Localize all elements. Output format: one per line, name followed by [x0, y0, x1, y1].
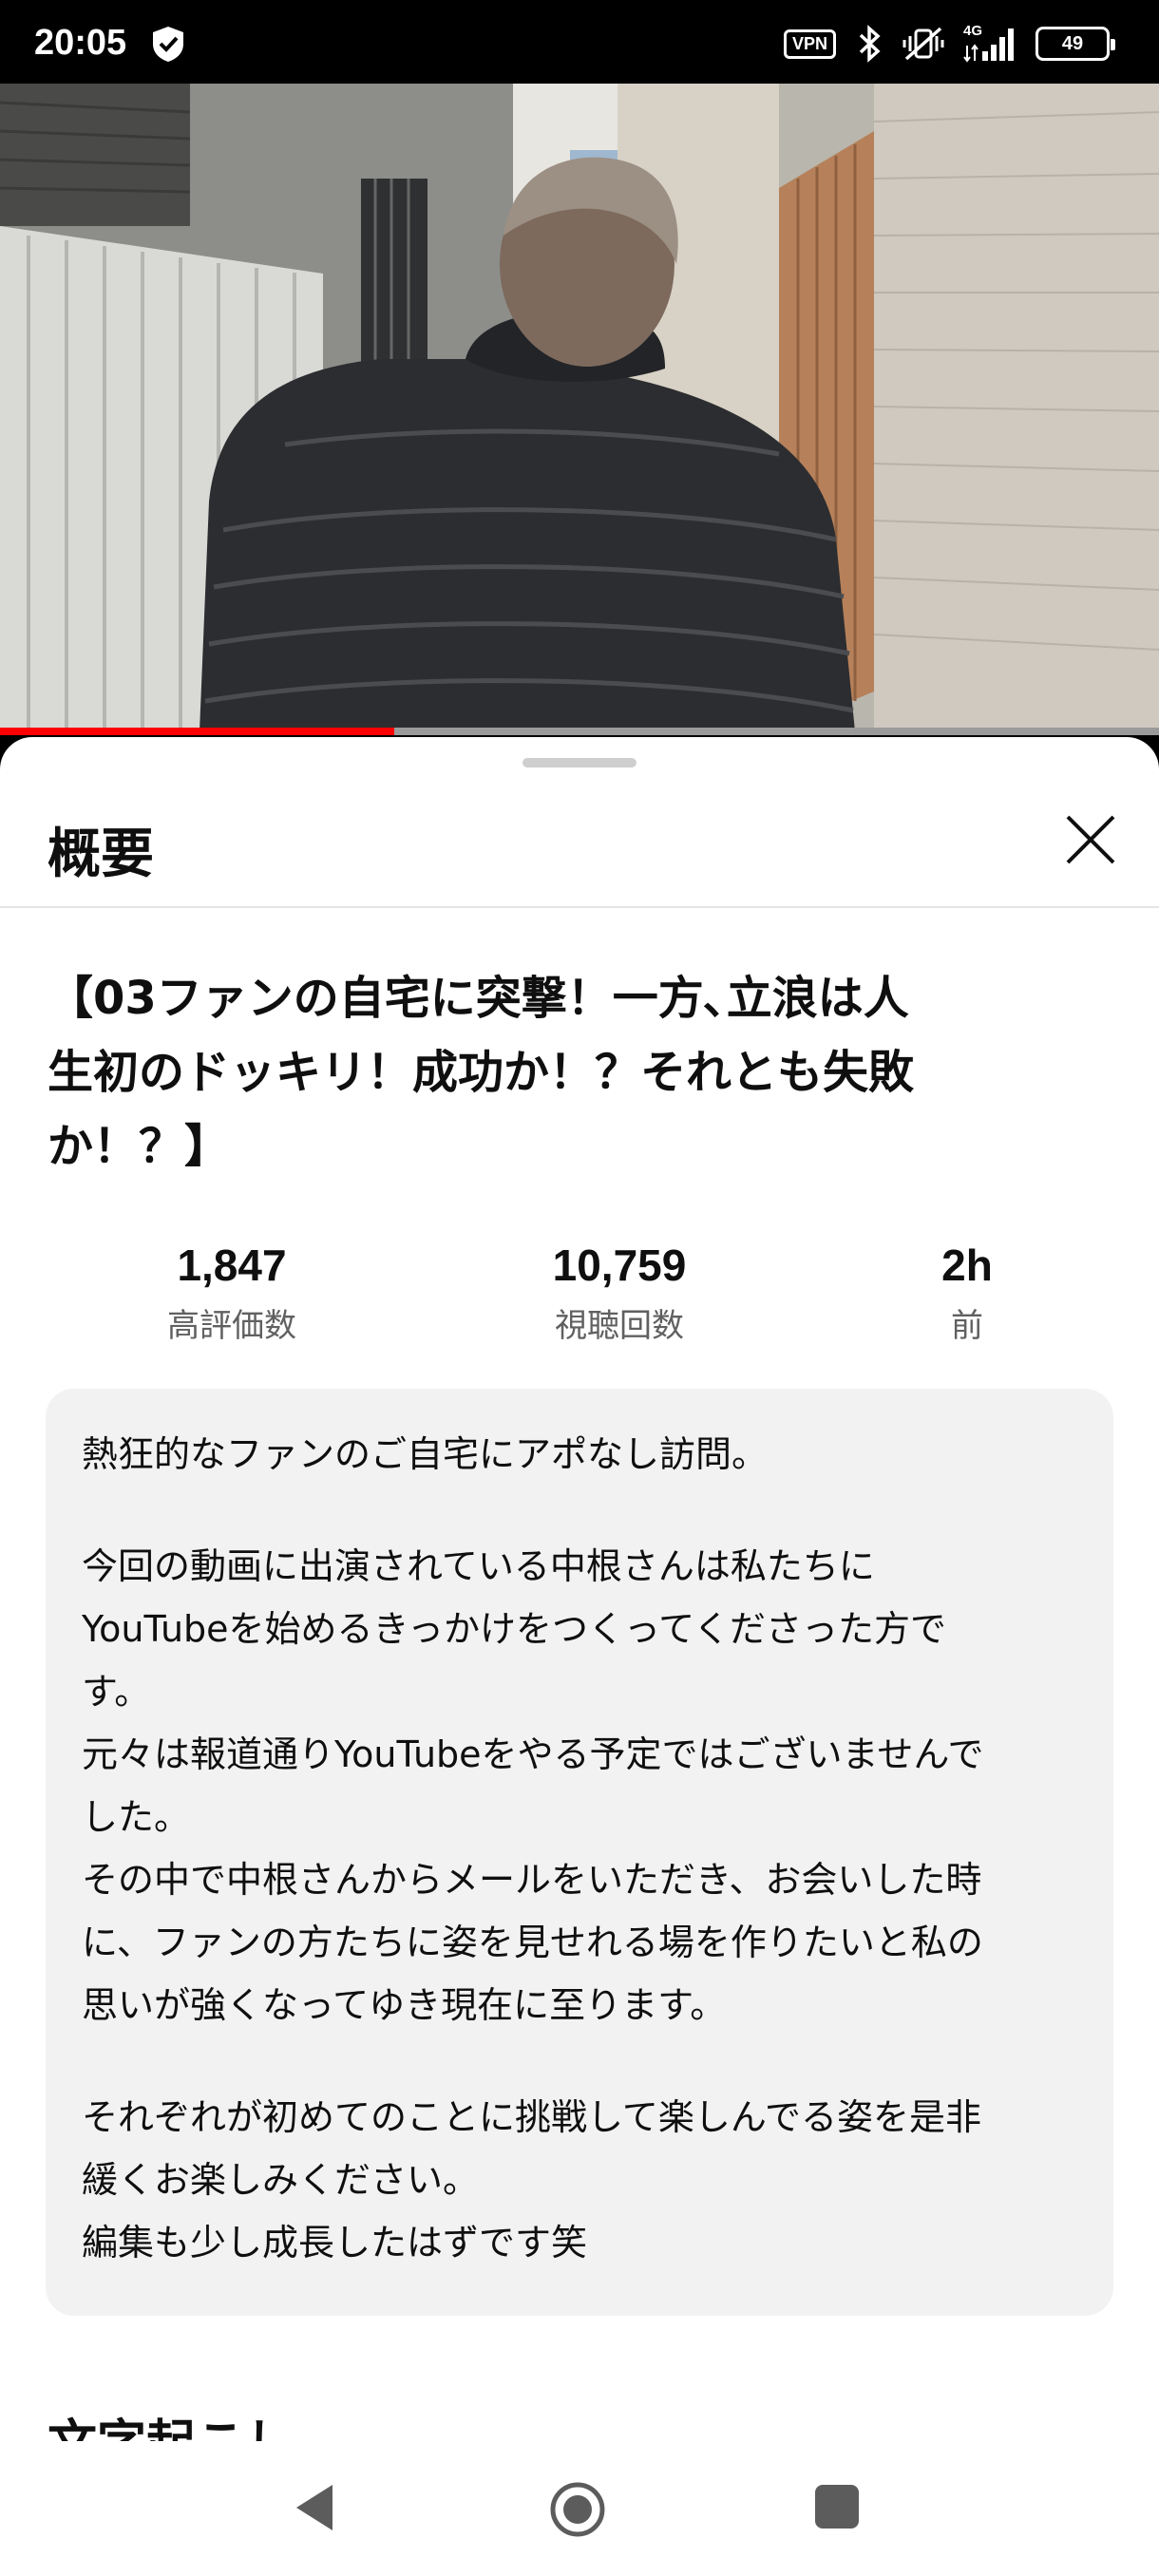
description-line: した。 [82, 1796, 191, 1838]
description-line: それぞれが初めてのことに挑戦して楽しんでる姿を是非 [82, 2096, 981, 2138]
bluetooth-icon [859, 25, 881, 63]
description-paragraph-gap [82, 1486, 1077, 1535]
video-frame [0, 84, 1159, 731]
video-title-line: か！？】 [48, 1120, 231, 1173]
system-nav-bar [0, 2441, 1159, 2576]
close-icon[interactable] [1062, 811, 1119, 868]
status-bar: 20:05 VPN 4G 49 [0, 0, 1159, 84]
video-title: 【03ファンの自宅に突撃！一方､立浪は人 生初のドッキリ！成功か！？それとも失敗… [48, 961, 1083, 1184]
drag-handle[interactable] [522, 758, 636, 767]
status-time: 20:05 [34, 23, 127, 63]
likes-count: 1,847 [177, 1241, 287, 1290]
description-paragraph-gap [82, 2036, 1077, 2086]
upload-time-stat: 2h 前 [825, 1239, 1110, 1346]
views-count: 10,759 [552, 1241, 687, 1290]
description-box[interactable]: 熱狂的なファンのご自宅にアポなし訪問。今回の動画に出演されている中根さんは私たち… [46, 1389, 1113, 2316]
likes-label: 高評価数 [167, 1307, 296, 1345]
video-title-line: 【03ファンの自宅に突撃！一方､立浪は人 [48, 972, 909, 1025]
views-label: 視聴回数 [555, 1307, 684, 1345]
home-icon[interactable] [549, 2481, 606, 2538]
vibrate-off-icon [902, 27, 944, 61]
video-stats: 1,847 高評価数 10,759 視聴回数 2h 前 [0, 1239, 1159, 1353]
likes-stat: 1,847 高評価数 [89, 1239, 374, 1346]
description-line: YouTubeを始めるきっかけをつくってくださった方で [82, 1608, 946, 1650]
upload-time-value: 2h [941, 1241, 993, 1290]
description-line: 熱狂的なファンのご自宅にアポなし訪問。 [82, 1433, 769, 1475]
description-line: 編集も少し成長したはずです笑 [82, 2222, 588, 2263]
header-divider [0, 906, 1159, 908]
description-line: 緩くお楽しみください。 [82, 2159, 480, 2201]
views-stat: 10,759 視聴回数 [477, 1239, 762, 1346]
shield-check-icon [153, 27, 183, 62]
vpn-icon: VPN [783, 28, 836, 59]
signal-icon: 4G [963, 23, 1016, 63]
description-line: その中で中根さんからメールをいただき、お会いした時 [82, 1859, 982, 1901]
upload-time-label: 前 [951, 1307, 983, 1345]
video-player[interactable] [0, 84, 1159, 731]
battery-level: 49 [1061, 32, 1084, 54]
status-icons: VPN 4G 49 [783, 23, 1115, 63]
description-line: 思いが強くなってゆき現在に至ります。 [82, 1984, 727, 2026]
battery-icon: 49 [1036, 27, 1115, 61]
recents-icon[interactable] [815, 2485, 859, 2529]
description-line: 元々は報道通りYouTubeをやる予定ではございませんで [82, 1733, 984, 1775]
description-line: に、ファンの方たちに姿を見せれる場を作りたいと私の [82, 1922, 983, 1963]
description-line: す。 [82, 1671, 151, 1713]
back-icon[interactable] [291, 2481, 338, 2534]
video-title-line: 生初のドッキリ！成功か！？それとも失敗 [48, 1046, 915, 1099]
description-line: 今回の動画に出演されている中根さんは私たちに [82, 1545, 875, 1587]
sheet-title: 概要 [48, 824, 154, 885]
video-progress-bar[interactable] [0, 728, 1159, 735]
video-progress-fill [0, 728, 394, 735]
description-sheet: 概要 【03ファンの自宅に突撃！一方､立浪は人 生初のドッキリ！成功か！？それと… [0, 737, 1159, 2576]
